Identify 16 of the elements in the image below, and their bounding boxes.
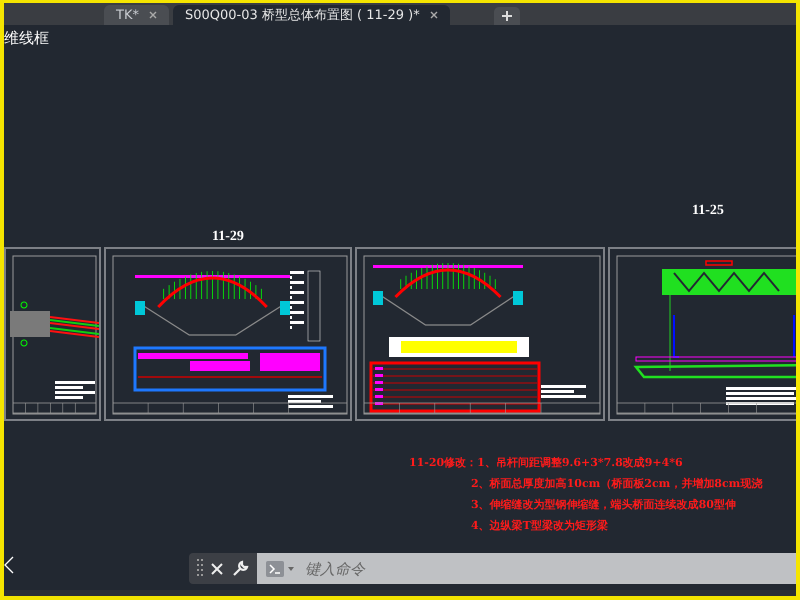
document-tab[interactable]: S00Q00-03 桥型总体布置图 ( 11-29 )* — [172, 5, 450, 25]
command-input-field[interactable]: 键入命令 — [303, 558, 507, 578]
document-tab[interactable]: TK* — [104, 5, 169, 25]
revision-note: 2、桥面总厚度加高10cm（桥面板2cm，并增加8cm现浇 — [471, 476, 762, 491]
new-tab-button[interactable] — [494, 7, 520, 25]
close-icon[interactable] — [430, 11, 438, 19]
wrench-icon[interactable] — [231, 560, 249, 578]
revision-note: 11-20修改：1、吊杆间距调整9.6+3*7.8改成9+4*6 — [409, 455, 684, 470]
revision-note: 4、边纵梁T型梁改为矩形梁 — [471, 518, 609, 533]
sheet-label: 11-29 — [211, 229, 245, 245]
visual-style-label[interactable]: 维线框 — [4, 29, 49, 48]
ucs-axis-icon — [4, 555, 14, 575]
command-prompt-icon[interactable] — [265, 558, 295, 578]
revision-note: 3、伸缩缝改为型钢伸缩缝，端头桥面连续改成80型伸 — [471, 497, 737, 512]
plus-icon — [502, 11, 512, 21]
sheet-label: 11-25 — [691, 203, 725, 219]
